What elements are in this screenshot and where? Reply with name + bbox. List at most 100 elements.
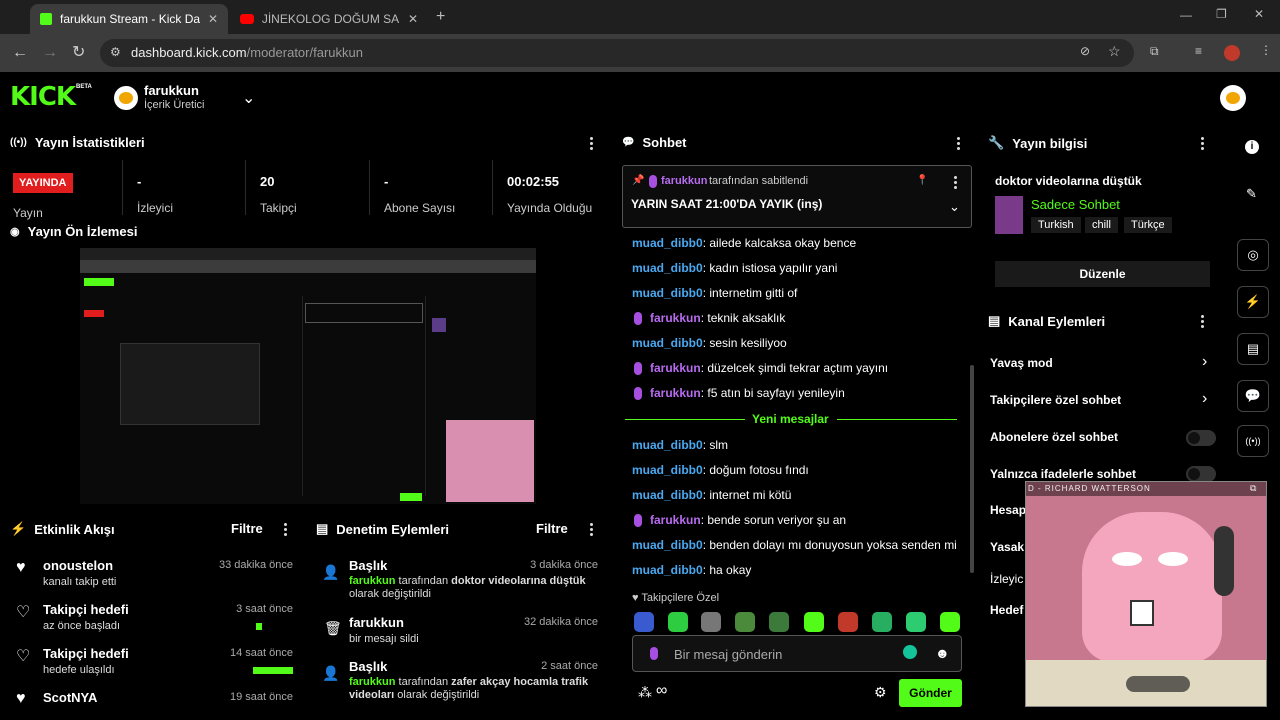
profile-avatar[interactable]: [1224, 45, 1240, 61]
maximize-button[interactable]: ❐: [1216, 7, 1227, 21]
heart-icon: ♥: [632, 592, 639, 604]
chat-input[interactable]: Bir mesaj gönderin ☻: [632, 635, 962, 672]
slow-mode-row[interactable]: Yavaş mod: [990, 356, 1053, 370]
emote[interactable]: [906, 612, 926, 632]
eye-off-icon[interactable]: ⊘: [1080, 44, 1090, 58]
emote[interactable]: [838, 612, 858, 632]
chat-username[interactable]: muad_dibb0: [632, 286, 703, 300]
pinned-message[interactable]: 📌 farukkun tarafından sabitlendi 📍 YARIN…: [622, 165, 972, 228]
new-tab-button[interactable]: +: [436, 8, 445, 26]
chat-username[interactable]: muad_dibb0: [632, 488, 703, 502]
chat-username[interactable]: muad_dibb0: [632, 336, 703, 350]
moderation-menu-icon[interactable]: [590, 523, 594, 537]
stats-menu-icon[interactable]: [590, 137, 594, 151]
chat-scrollbar[interactable]: [970, 365, 974, 573]
subs-chat-toggle[interactable]: [1186, 430, 1216, 446]
edit-stream-button[interactable]: Düzenle: [995, 261, 1210, 287]
tab-kick-dashboard[interactable]: farukkun Stream - Kick Dashboard ✕: [30, 4, 228, 34]
kick-logo[interactable]: KICK BETA: [10, 82, 92, 112]
moderation-item-title: farukkun: [349, 615, 404, 630]
user-edit-icon: 👤: [322, 564, 340, 580]
user-edit-icon: 👤: [322, 665, 340, 681]
goal-row[interactable]: Hedef: [990, 603, 1023, 617]
chat-username[interactable]: muad_dibb0: [632, 563, 703, 577]
chat-menu-icon[interactable]: [957, 137, 961, 151]
tab-youtube[interactable]: JİNEKOLOG DOĞUM SAHNELERİ ✕: [230, 4, 428, 34]
viewers-row[interactable]: İzleyic: [990, 572, 1023, 586]
chat-username[interactable]: farukkun: [650, 311, 701, 325]
sidebar-lightning-button[interactable]: ⚡: [1237, 286, 1269, 318]
chat-username[interactable]: farukkun: [650, 386, 701, 400]
minimize-button[interactable]: —: [1180, 8, 1192, 22]
emote-chat-toggle[interactable]: [1186, 466, 1216, 482]
emoji-icon[interactable]: ☻: [935, 645, 950, 661]
user-avatar[interactable]: [1220, 85, 1246, 111]
chevron-right-icon[interactable]: ›: [1202, 353, 1207, 371]
pencil-icon[interactable]: ✎: [1246, 186, 1257, 202]
sidebar-broadcast-button[interactable]: ((•)): [1237, 425, 1269, 457]
menu-icon[interactable]: ⋮: [1260, 43, 1272, 57]
grammarly-icon[interactable]: [903, 645, 917, 659]
site-info-icon[interactable]: ⚙: [110, 45, 121, 59]
chat-username[interactable]: muad_dibb0: [632, 538, 703, 552]
activity-filter-button[interactable]: Filtre: [231, 521, 263, 536]
pip-video[interactable]: D - RICHARD WATTERSON ⧉: [1025, 481, 1267, 707]
media-icon[interactable]: ≡: [1195, 44, 1202, 58]
pinned-user: farukkun: [661, 175, 708, 187]
channel-actions-menu-icon[interactable]: [1201, 315, 1205, 329]
emote[interactable]: [735, 612, 755, 632]
account-row[interactable]: Hesap: [990, 503, 1026, 517]
sidebar-document-button[interactable]: ▤: [1237, 333, 1269, 365]
chevron-down-icon[interactable]: ⌄: [242, 88, 255, 108]
emote[interactable]: [769, 612, 789, 632]
close-icon[interactable]: ✕: [408, 12, 418, 26]
back-button[interactable]: ←: [12, 43, 28, 63]
pip-expand-icon[interactable]: ⧉: [1250, 483, 1256, 494]
stream-preview[interactable]: [80, 248, 536, 504]
chat-username[interactable]: farukkun: [650, 361, 701, 375]
extensions-icon[interactable]: ⧉: [1150, 44, 1159, 59]
emote[interactable]: [940, 612, 960, 632]
chat-text: : ha okay: [702, 563, 752, 577]
forward-button[interactable]: →: [42, 43, 58, 63]
emote[interactable]: [701, 612, 721, 632]
emote[interactable]: [804, 612, 824, 632]
chat-badges-icon[interactable]: ⁂: [638, 684, 652, 701]
sidebar-camera-button[interactable]: ◎: [1237, 239, 1269, 271]
chat-message: muad_dibb0: doğum fotosu fındı: [632, 463, 809, 477]
pip-controls[interactable]: [1126, 676, 1190, 692]
chat-username[interactable]: muad_dibb0: [632, 438, 703, 452]
unpin-icon[interactable]: 📍: [916, 175, 928, 186]
chat-username[interactable]: muad_dibb0: [632, 261, 703, 275]
moderation-filter-button[interactable]: Filtre: [536, 521, 568, 536]
reload-button[interactable]: ↻: [72, 43, 85, 63]
chat-message: muad_dibb0: benden dolayı mı donuyosun y…: [632, 538, 957, 552]
followers-chat-row[interactable]: Takipçilere özel sohbet: [990, 393, 1121, 407]
close-window-button[interactable]: ✕: [1254, 7, 1264, 21]
pinned-menu-icon[interactable]: [954, 176, 958, 190]
stats-title: Yayın İstatistikleri: [34, 135, 145, 150]
close-icon[interactable]: ✕: [208, 12, 218, 26]
chat-username[interactable]: muad_dibb0: [632, 463, 703, 477]
bookmark-star-icon[interactable]: ☆: [1108, 43, 1121, 60]
chat-text: : düzelcek şimdi tekrar açtım yayını: [700, 361, 889, 375]
sidebar-chat-button[interactable]: 💬: [1237, 380, 1269, 412]
moderation-item-detail: bir mesajı sildi: [349, 633, 419, 645]
infinity-icon[interactable]: ∞: [656, 682, 667, 700]
activity-menu-icon[interactable]: [284, 523, 288, 537]
emote[interactable]: [872, 612, 892, 632]
send-button[interactable]: Gönder: [899, 679, 962, 707]
info-icon[interactable]: i: [1245, 140, 1259, 154]
stream-info-menu-icon[interactable]: [1201, 137, 1205, 151]
address-bar[interactable]: ⚙ dashboard.kick.com/moderator/farukkun …: [100, 39, 1134, 67]
emote[interactable]: [634, 612, 654, 632]
chevron-right-icon[interactable]: ›: [1202, 390, 1207, 408]
chat-username[interactable]: muad_dibb0: [632, 236, 703, 250]
bans-row[interactable]: Yasak: [990, 540, 1024, 554]
chevron-down-icon[interactable]: ⌄: [949, 199, 960, 215]
chat-bubble-icon: 💬: [622, 137, 635, 148]
emote[interactable]: [668, 612, 688, 632]
chat-settings-icon[interactable]: ⚙: [874, 684, 887, 701]
category-name[interactable]: Sadece Sohbet: [1031, 197, 1120, 212]
chat-username[interactable]: farukkun: [650, 513, 701, 527]
